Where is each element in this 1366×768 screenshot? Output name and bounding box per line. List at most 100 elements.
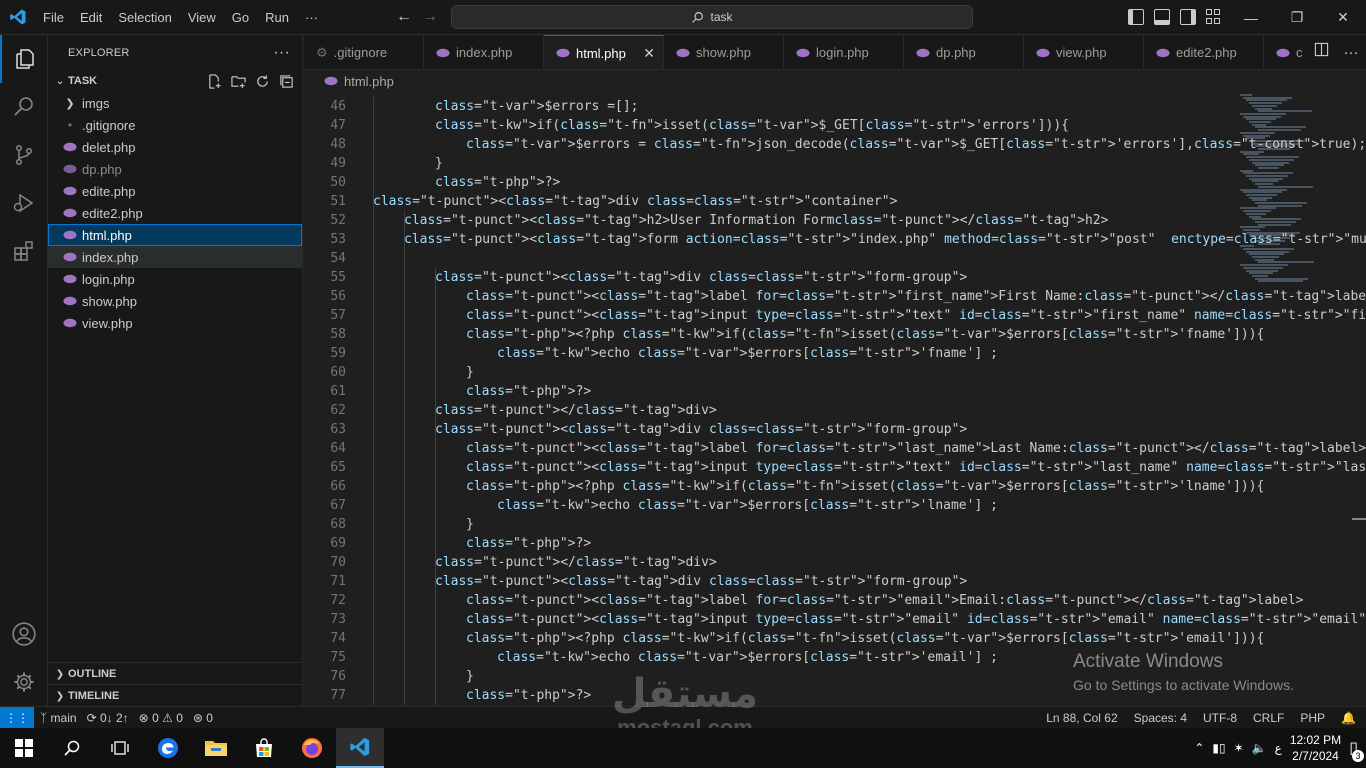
tab-login-php[interactable]: login.php: [784, 35, 904, 69]
code-line[interactable]: 55 class="t-punct"><class="t-tag">div cla…: [304, 268, 1234, 287]
forward-arrow-icon[interactable]: →: [422, 8, 438, 26]
vscode-taskbar-icon[interactable]: [336, 728, 384, 768]
explorer-more-icon[interactable]: ···: [273, 44, 290, 62]
split-editor-icon[interactable]: [1314, 42, 1329, 62]
cursor-position[interactable]: Ln 88, Col 62: [1046, 711, 1117, 725]
code-line[interactable]: 64 class="t-punct"><class="t-tag">label f…: [304, 439, 1366, 458]
code-line[interactable]: 62 class="t-punct"></class="t-tag">div>: [304, 401, 1234, 420]
code-line[interactable]: 49}: [304, 154, 1234, 173]
minimap[interactable]: [1238, 92, 1348, 292]
tree-file-edite2-php[interactable]: edite2.php: [48, 202, 302, 224]
back-arrow-icon[interactable]: ←: [396, 8, 412, 26]
code-line[interactable]: 61 class="t-php">?>: [304, 382, 1234, 401]
tree-file-html-php[interactable]: html.php: [48, 224, 302, 246]
search-sidebar-icon[interactable]: [0, 83, 48, 131]
tab-dp-php[interactable]: dp.php: [904, 35, 1024, 69]
task-view-icon[interactable]: [96, 728, 144, 768]
battery-icon[interactable]: ▮▯: [1212, 741, 1225, 755]
breadcrumb-file[interactable]: html.php: [344, 74, 394, 89]
code-line[interactable]: 69 class="t-php">?>: [304, 534, 1234, 553]
tab-index-php[interactable]: index.php: [424, 35, 544, 69]
taskbar-search-icon[interactable]: [48, 728, 96, 768]
ports-status[interactable]: ⊛ 0: [193, 711, 213, 725]
code-line[interactable]: 51 class="t-punct"><class="t-tag">div cla…: [304, 192, 1234, 211]
code-line[interactable]: 58 class="t-php"><?php class="t-kw">if(cl…: [304, 325, 1264, 344]
refresh-icon[interactable]: [254, 73, 270, 89]
line-endings[interactable]: CRLF: [1253, 711, 1284, 725]
tab-gitignore[interactable]: ⚙ .gitignore: [304, 35, 424, 69]
close-window-icon[interactable]: ✕: [1320, 0, 1366, 35]
clock[interactable]: 12:02 PM 2/7/2024: [1290, 732, 1341, 764]
remote-icon[interactable]: ⋮⋮: [0, 706, 34, 729]
command-center-search[interactable]: task: [451, 5, 973, 29]
new-file-icon[interactable]: [206, 73, 222, 89]
tab-html-php[interactable]: html.php ✕: [544, 35, 664, 69]
store-icon[interactable]: [240, 728, 288, 768]
code-line[interactable]: 67 class="t-kw">echo class="t-var">$error…: [304, 496, 1234, 515]
notifications-bell-icon[interactable]: 🔔: [1341, 711, 1356, 725]
collapse-all-icon[interactable]: [278, 73, 294, 89]
wifi-icon[interactable]: ✶: [1234, 741, 1244, 755]
tree-file-login-php[interactable]: login.php: [48, 268, 302, 290]
menu-selection[interactable]: Selection: [110, 0, 179, 35]
windows-start-icon[interactable]: [0, 728, 48, 768]
tree-file-gitignore[interactable]: • .gitignore: [48, 114, 302, 136]
menu-go[interactable]: Go: [224, 0, 257, 35]
close-tab-icon[interactable]: ✕: [643, 45, 655, 62]
file-explorer-icon[interactable]: [192, 728, 240, 768]
code-line[interactable]: 48 class="t-var">$errors = class="t-fn">j…: [304, 135, 1366, 154]
code-line[interactable]: 68}: [304, 515, 1234, 534]
toggle-sidebar-icon[interactable]: [1128, 9, 1144, 25]
indentation[interactable]: Spaces: 4: [1134, 711, 1187, 725]
code-line[interactable]: 72 class="t-punct"><class="t-tag">label f…: [304, 591, 1303, 610]
source-control-icon[interactable]: [0, 131, 48, 179]
new-folder-icon[interactable]: [230, 73, 246, 89]
explorer-icon[interactable]: [0, 35, 48, 83]
code-line[interactable]: 71 class="t-punct"><class="t-tag">div cla…: [304, 572, 1234, 591]
toggle-secondary-sidebar-icon[interactable]: [1180, 9, 1196, 25]
tab-show-php[interactable]: show.php: [664, 35, 784, 69]
run-debug-icon[interactable]: [0, 179, 48, 227]
accounts-icon[interactable]: [0, 610, 48, 658]
code-line[interactable]: 54: [304, 249, 1234, 268]
volume-icon[interactable]: 🔈: [1252, 741, 1267, 755]
tree-folder-imgs[interactable]: ❯ imgs: [48, 92, 302, 114]
folder-header-task[interactable]: ⌄ TASK: [48, 70, 302, 92]
code-line[interactable]: 53 class="t-punct"><class="t-tag">form ac…: [304, 230, 1366, 249]
code-line[interactable]: 63 class="t-punct"><class="t-tag">div cla…: [304, 420, 1234, 439]
menu-more[interactable]: ···: [297, 0, 326, 35]
encoding[interactable]: UTF-8: [1203, 711, 1237, 725]
menu-run[interactable]: Run: [257, 0, 297, 35]
extensions-icon[interactable]: [0, 227, 48, 275]
tree-file-dp-php[interactable]: dp.php: [48, 158, 302, 180]
sync-status[interactable]: ⟳ 0↓ 2↑: [87, 711, 129, 725]
code-line[interactable]: 46 class="t-var">$errors =[];: [304, 97, 1234, 116]
tree-file-show-php[interactable]: show.php: [48, 290, 302, 312]
show-hidden-icons-chevron-up-icon[interactable]: ⌃: [1194, 741, 1204, 755]
code-line[interactable]: 70 class="t-punct"></class="t-tag">div>: [304, 553, 1234, 572]
code-line[interactable]: 56 class="t-punct"><class="t-tag">label f…: [304, 287, 1366, 306]
notification-center-icon[interactable]: ▯ 3: [1349, 738, 1364, 762]
code-line[interactable]: 66 class="t-php"><?php class="t-kw">if(cl…: [304, 477, 1264, 496]
code-line[interactable]: 52 class="t-punct"><class="t-tag">h2>User…: [304, 211, 1234, 230]
tab-view-php[interactable]: view.php: [1024, 35, 1144, 69]
code-line[interactable]: 73 class="t-punct"><class="t-tag">input t…: [304, 610, 1366, 629]
tree-file-delet-php[interactable]: delet.php: [48, 136, 302, 158]
language-mode[interactable]: PHP: [1300, 711, 1325, 725]
outline-section[interactable]: ❯ OUTLINE: [48, 662, 303, 685]
problems-status[interactable]: ⊗ 0 ⚠ 0: [139, 711, 183, 725]
more-actions-icon[interactable]: ···: [1344, 44, 1359, 61]
branch-status[interactable]: ᛉ main: [40, 711, 77, 725]
minimize-icon[interactable]: —: [1228, 0, 1274, 35]
tree-file-index-php[interactable]: index.php: [48, 246, 302, 268]
restore-icon[interactable]: ❐: [1274, 0, 1320, 35]
code-line[interactable]: 65 class="t-punct"><class="t-tag">input t…: [304, 458, 1366, 477]
code-editor[interactable]: 46 class="t-var">$errors =[]; 47 class="t-k…: [304, 92, 1366, 706]
vscode-logo-icon[interactable]: [0, 0, 35, 35]
settings-gear-icon[interactable]: [0, 658, 48, 706]
code-line[interactable]: 47 class="t-kw">if(class="t-fn">isset(cla…: [304, 116, 1234, 135]
customize-layout-icon[interactable]: [1206, 9, 1222, 25]
firefox-icon[interactable]: [288, 728, 336, 768]
tree-file-edite-php[interactable]: edite.php: [48, 180, 302, 202]
tab-edite2-php[interactable]: edite2.php: [1144, 35, 1264, 69]
